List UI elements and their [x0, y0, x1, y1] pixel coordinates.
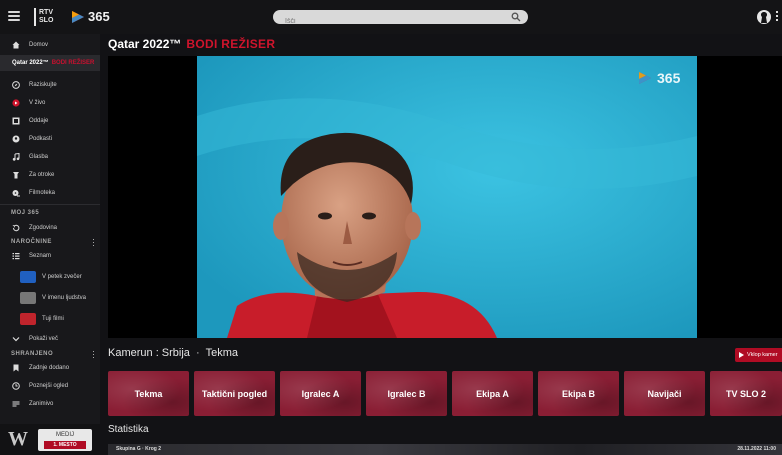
- music-icon: [12, 153, 20, 161]
- play-icon: [739, 352, 744, 358]
- sidebar-item-home[interactable]: Domov: [0, 37, 100, 53]
- kids-icon: [13, 172, 19, 179]
- show-thumbnail: [20, 292, 36, 304]
- camera-tile-team-a[interactable]: Ekipa A: [452, 371, 533, 416]
- sidebar-item-podcasts[interactable]: Podkasti: [0, 131, 100, 147]
- search-input[interactable]: [273, 14, 493, 29]
- podcast-icon: [12, 135, 20, 143]
- player-portrait-image: [197, 56, 697, 338]
- list-icon: [12, 401, 20, 407]
- sidebar-item-list[interactable]: Seznam: [0, 248, 100, 264]
- promo-banner[interactable]: W MEDIJ 1. MESTO: [0, 424, 100, 455]
- logo-365[interactable]: 365: [70, 9, 110, 24]
- statistics-heading: Statistika: [108, 424, 149, 435]
- page-title: Qatar 2022™ BODI REŽISER: [108, 37, 276, 51]
- sidebar-item-live[interactable]: V živo: [0, 95, 100, 111]
- chevron-down-icon: [12, 337, 20, 342]
- sidebar-item-subscription[interactable]: V imenu ljudstva: [0, 290, 100, 306]
- camera-tile-fans[interactable]: Navijači: [624, 371, 705, 416]
- sidebar-item-subscription[interactable]: Tuji filmi: [0, 311, 100, 327]
- search-icon[interactable]: [511, 12, 521, 22]
- compass-icon: [12, 81, 20, 89]
- sidebar-item-qatar[interactable]: Qatar 2022™ BODI REŽISER: [0, 55, 100, 71]
- camera-tile-tv-slo-2[interactable]: TV SLO 2: [710, 371, 782, 416]
- sidebar: Domov Qatar 2022™ BODI REŽISER Raziskujt…: [0, 34, 100, 455]
- sidebar-item-watch-later[interactable]: Poznejši ogled: [0, 378, 100, 394]
- menu-icon[interactable]: [8, 11, 20, 21]
- video-watermark: 365: [637, 70, 680, 86]
- sidebar-divider: [0, 204, 100, 205]
- show-more-button[interactable]: Pokaži več: [0, 331, 100, 347]
- sidebar-item-subscription[interactable]: V petek zvečer: [0, 269, 100, 285]
- camera-selector: Tekma Taktični pogled Igralec A Igralec …: [108, 371, 782, 416]
- show-thumbnail: [20, 271, 36, 283]
- sidebar-item-recently-added[interactable]: Zadnje dodano: [0, 360, 100, 376]
- camera-tile-player-a[interactable]: Igralec A: [280, 371, 361, 416]
- section-subscriptions: NAROČNINE: [11, 239, 52, 245]
- 365-logo-icon: [639, 72, 651, 84]
- section-saved: SHRANJENO: [11, 351, 54, 357]
- film-reel-icon: [12, 190, 20, 197]
- history-icon: [12, 224, 20, 232]
- sidebar-item-qatar-tag: BODI REŽISER: [51, 60, 95, 66]
- sidebar-item-filmoteka[interactable]: Filmoteka: [0, 185, 100, 201]
- logo-365-text: 365: [88, 9, 110, 24]
- video-frame[interactable]: 365: [197, 56, 697, 338]
- sidebar-item-music[interactable]: Glasba: [0, 149, 100, 165]
- live-icon: [12, 99, 20, 107]
- promo-logo: W: [8, 428, 28, 450]
- more-options-icon[interactable]: [776, 11, 780, 23]
- 365-logo-icon: [72, 10, 84, 23]
- video-player[interactable]: 365: [108, 56, 782, 338]
- saved-more-icon[interactable]: [93, 351, 95, 358]
- sidebar-item-history[interactable]: Zgodovina: [0, 220, 100, 236]
- user-avatar-icon[interactable]: [756, 9, 772, 25]
- main-content: Qatar 2022™ BODI REŽISER 365 Kamerun: S…: [100, 34, 782, 455]
- sidebar-item-shows[interactable]: Oddaje: [0, 113, 100, 129]
- enable-cameras-button[interactable]: Vklop kamer: [735, 348, 782, 362]
- section-moj-365: MOJ 365: [11, 210, 40, 216]
- film-icon: [12, 117, 20, 125]
- camera-tile-team-b[interactable]: Ekipa B: [538, 371, 619, 416]
- page-title-tag: BODI REŽISER: [186, 37, 276, 51]
- statistics-bar[interactable]: Skupina G · Krog 2 28.11.2022 11:00: [108, 444, 782, 455]
- bookmark-icon: [13, 364, 19, 372]
- camera-tile-tactical[interactable]: Taktični pogled: [194, 371, 275, 416]
- sidebar-item-interesting[interactable]: Zanimivo: [0, 396, 100, 412]
- sidebar-item-kids[interactable]: Za otroke: [0, 167, 100, 183]
- subscriptions-more-icon[interactable]: [93, 239, 95, 246]
- clock-icon: [12, 382, 20, 390]
- stats-datetime: 28.11.2022 11:00: [737, 446, 776, 452]
- home-icon: [12, 41, 20, 49]
- rtv-slo-logo[interactable]: RTV SLO: [34, 8, 53, 26]
- promo-card: MEDIJ 1. MESTO: [38, 429, 92, 451]
- stats-group-round: Skupina G · Krog 2: [116, 446, 162, 452]
- top-bar: RTV SLO 365: [0, 0, 782, 34]
- camera-tile-tekma[interactable]: Tekma: [108, 371, 189, 416]
- show-thumbnail: [20, 313, 36, 325]
- sidebar-item-explore[interactable]: Raziskujte: [0, 77, 100, 93]
- camera-info: Kamerun : Srbija · Tekma: [108, 347, 239, 359]
- search-bar[interactable]: [273, 10, 528, 29]
- list-icon: [12, 253, 20, 260]
- camera-tile-player-b[interactable]: Igralec B: [366, 371, 447, 416]
